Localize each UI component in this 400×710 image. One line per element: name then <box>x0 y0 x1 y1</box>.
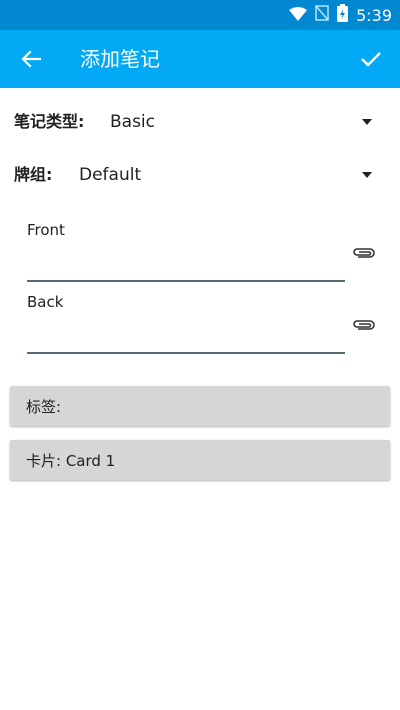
dropdown-arrow-icon <box>362 172 372 178</box>
save-button[interactable] <box>354 43 388 75</box>
front-field: Front <box>27 220 347 284</box>
back-field: Back <box>27 292 347 356</box>
front-attach-button[interactable] <box>351 243 377 263</box>
back-field-label: Back <box>27 293 64 311</box>
note-type-label: 笔记类型: <box>14 112 85 131</box>
back-attach-button[interactable] <box>351 315 377 335</box>
page-title: 添加笔记 <box>80 47 160 71</box>
app-bar: 添加笔记 <box>0 30 400 88</box>
tags-button[interactable]: 标签: <box>10 386 390 426</box>
paperclip-icon <box>353 320 375 330</box>
battery-icon <box>337 4 349 26</box>
deck-value: Default <box>79 165 142 185</box>
back-input[interactable] <box>27 324 345 354</box>
front-field-label: Front <box>27 221 65 239</box>
note-type-selector[interactable]: 笔记类型: Basic <box>0 102 400 142</box>
cards-button[interactable]: 卡片: Card 1 <box>10 440 390 480</box>
paperclip-icon <box>353 248 375 258</box>
deck-selector[interactable]: 牌组: Default <box>0 155 400 195</box>
check-icon <box>361 52 381 67</box>
wifi-icon <box>289 6 308 25</box>
no-signal-icon <box>315 5 329 25</box>
back-button[interactable] <box>14 43 48 75</box>
arrow-left-icon <box>21 50 41 68</box>
dropdown-arrow-icon <box>362 119 372 125</box>
deck-label: 牌组: <box>14 165 53 184</box>
status-time: 5:39 <box>356 5 392 25</box>
front-input[interactable] <box>27 252 345 282</box>
status-icons: 5:39 <box>289 0 392 30</box>
status-bar: 5:39 <box>0 0 400 30</box>
note-type-value: Basic <box>110 112 156 132</box>
